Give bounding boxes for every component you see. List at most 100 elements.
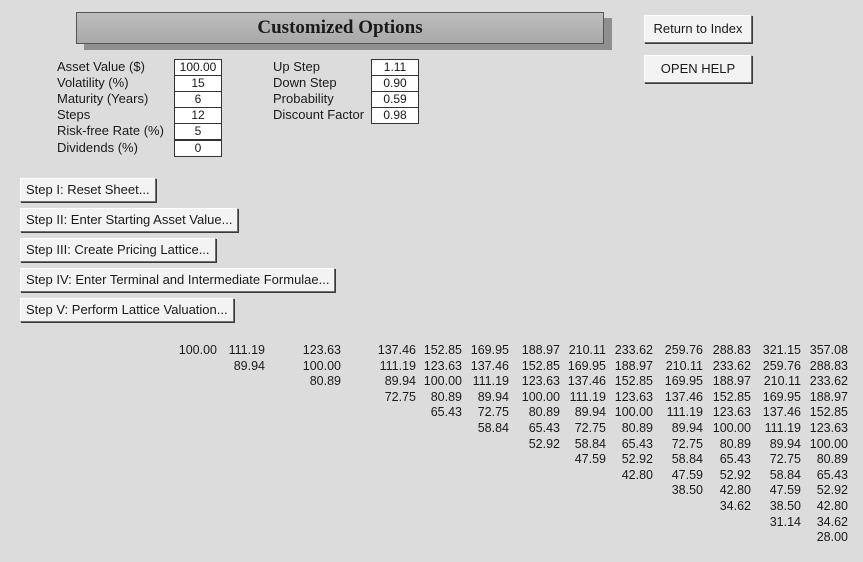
lattice-node: 47.59 xyxy=(671,467,703,482)
maturity-label: Maturity (Years) xyxy=(57,91,149,106)
maturity-field[interactable]: 6 xyxy=(174,91,222,108)
lattice-node: 80.89 xyxy=(430,389,462,404)
lattice-node: 188.97 xyxy=(614,358,653,373)
lattice-node: 259.76 xyxy=(664,343,703,357)
lattice-node: 80.89 xyxy=(309,374,341,389)
lattice-node: 169.95 xyxy=(567,358,606,373)
lattice-node: 152.85 xyxy=(521,358,560,373)
lattice-node: 58.84 xyxy=(477,421,509,435)
lattice-node: 233.62 xyxy=(712,358,751,373)
lattice-node: 233.62 xyxy=(809,374,848,389)
risk-free-rate-label: Risk-free Rate (%) xyxy=(57,123,164,138)
lattice-node: 111.19 xyxy=(472,374,509,389)
lattice-node: 38.50 xyxy=(769,499,801,513)
lattice-node: 52.92 xyxy=(528,436,560,451)
lattice-node: 169.95 xyxy=(470,343,509,357)
up-step-label: Up Step xyxy=(273,59,320,74)
lattice-node: 321.15 xyxy=(762,343,801,357)
lattice-node: 111.19 xyxy=(764,421,801,435)
return-to-index-button[interactable]: Return to Index xyxy=(644,15,752,43)
lattice-node: 52.92 xyxy=(816,483,848,498)
lattice-node: 89.94 xyxy=(671,421,703,435)
lattice-node: 100.00 xyxy=(302,358,341,373)
lattice-node: 152.85 xyxy=(614,374,653,389)
lattice-node: 38.50 xyxy=(671,483,703,498)
probability-label: Probability xyxy=(273,91,334,106)
lattice-node: 100.00 xyxy=(178,343,217,357)
lattice-node: 52.92 xyxy=(719,467,751,482)
lattice-node: 137.46 xyxy=(567,374,606,389)
lattice-node: 137.46 xyxy=(377,343,416,357)
volatility-label: Volatility (%) xyxy=(57,75,129,90)
lattice-node: 72.75 xyxy=(671,436,703,451)
lattice-node: 34.62 xyxy=(816,514,848,529)
lattice-node: 111.19 xyxy=(569,389,606,404)
lattice-node: 89.94 xyxy=(769,436,801,451)
lattice-node: 65.43 xyxy=(621,436,653,451)
lattice-node: 111.19 xyxy=(228,343,265,357)
lattice-node: 42.80 xyxy=(816,499,848,513)
lattice-node: 58.84 xyxy=(671,452,703,467)
steps-label: Steps xyxy=(57,107,91,122)
lattice-node: 210.11 xyxy=(665,358,703,373)
dividends-label: Dividends (%) xyxy=(57,140,138,155)
lattice-node: 52.92 xyxy=(621,452,653,467)
step-2-enter-asset-value-button[interactable]: Step II: Enter Starting Asset Value... xyxy=(20,208,239,232)
lattice-node: 188.97 xyxy=(809,389,848,404)
lattice-node: 137.46 xyxy=(470,358,509,373)
step-1-reset-sheet-button[interactable]: Step I: Reset Sheet... xyxy=(20,178,156,202)
lattice-node: 288.83 xyxy=(809,358,848,373)
lattice-node: 123.63 xyxy=(302,343,341,357)
lattice-node: 47.59 xyxy=(769,483,801,498)
lattice-node: 169.95 xyxy=(664,374,703,389)
lattice-node: 89.94 xyxy=(384,374,416,389)
probability-value: 0.59 xyxy=(371,91,419,108)
lattice-node: 65.43 xyxy=(816,467,848,482)
step-4-enter-formulae-button[interactable]: Step IV: Enter Terminal and Intermediate… xyxy=(20,268,336,292)
lattice-node: 72.75 xyxy=(384,389,416,404)
lattice-node: 89.94 xyxy=(477,389,509,404)
open-help-button[interactable]: OPEN HELP xyxy=(644,55,752,83)
lattice-node: 80.89 xyxy=(719,436,751,451)
lattice-node: 152.85 xyxy=(712,389,751,404)
lattice-node: 80.89 xyxy=(816,452,848,467)
up-step-value: 1.11 xyxy=(371,59,419,76)
lattice-node: 123.63 xyxy=(614,389,653,404)
risk-free-rate-field[interactable]: 5 xyxy=(174,123,222,140)
lattice-node: 89.94 xyxy=(233,358,265,373)
lattice-node: 65.43 xyxy=(528,421,560,435)
lattice-node: 28.00 xyxy=(816,530,848,545)
lattice-node: 65.43 xyxy=(430,405,462,420)
lattice-node: 111.19 xyxy=(379,358,416,373)
asset-value-label: Asset Value ($) xyxy=(57,59,145,74)
lattice-node: 72.75 xyxy=(769,452,801,467)
lattice-node: 123.63 xyxy=(809,421,848,435)
step-5-perform-valuation-button[interactable]: Step V: Perform Lattice Valuation... xyxy=(20,298,234,322)
lattice-node: 34.62 xyxy=(719,499,751,513)
lattice-node: 80.89 xyxy=(528,405,560,420)
lattice-node: 210.11 xyxy=(568,343,606,357)
volatility-field[interactable]: 15 xyxy=(174,75,222,92)
asset-value-field[interactable]: 100.00 xyxy=(174,59,222,76)
lattice-node: 188.97 xyxy=(712,374,751,389)
discount-factor-value: 0.98 xyxy=(371,107,419,124)
step-3-create-lattice-button[interactable]: Step III: Create Pricing Lattice... xyxy=(20,238,216,262)
lattice-node: 72.75 xyxy=(574,421,606,435)
lattice-node: 123.63 xyxy=(423,358,462,373)
lattice-node: 58.84 xyxy=(574,436,606,451)
lattice-node: 31.14 xyxy=(769,514,801,529)
lattice-node: 233.62 xyxy=(614,343,653,357)
lattice-node: 137.46 xyxy=(762,405,801,420)
lattice-node: 188.97 xyxy=(521,343,560,357)
lattice-node: 100.00 xyxy=(614,405,653,420)
lattice-node: 100.00 xyxy=(809,436,848,451)
lattice-node: 100.00 xyxy=(521,389,560,404)
lattice-node: 259.76 xyxy=(762,358,801,373)
dividends-field[interactable]: 0 xyxy=(174,140,222,157)
steps-field[interactable]: 12 xyxy=(174,107,222,124)
down-step-value: 0.90 xyxy=(371,75,419,92)
page-title: Customized Options xyxy=(76,12,604,44)
lattice-node: 357.08 xyxy=(809,343,848,357)
lattice-node: 65.43 xyxy=(719,452,751,467)
lattice-node: 42.80 xyxy=(719,483,751,498)
